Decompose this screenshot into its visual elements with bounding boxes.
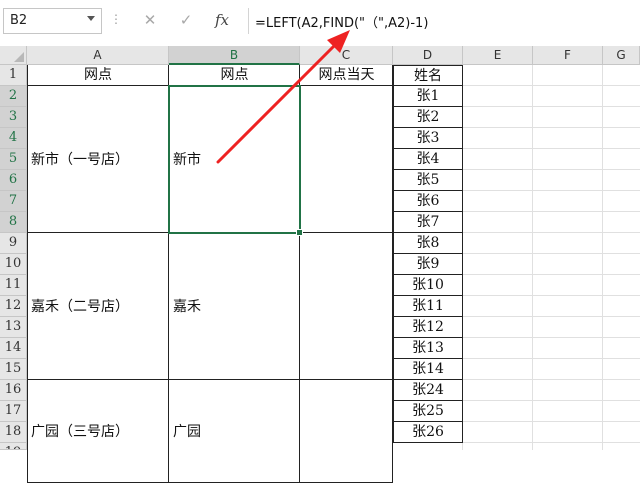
column-header-a[interactable]: A <box>27 46 169 65</box>
row-header-18[interactable]: 18 <box>0 422 27 443</box>
row-header-14[interactable]: 14 <box>0 338 27 359</box>
border-line <box>27 65 28 483</box>
row-header-4[interactable]: 4 <box>0 128 27 149</box>
row-header-11[interactable]: 11 <box>0 275 27 296</box>
cell-d7[interactable]: 张6 <box>393 190 463 212</box>
row-header-1[interactable]: 1 <box>0 65 27 86</box>
row-header-12[interactable]: 12 <box>0 296 27 317</box>
row-header-16[interactable]: 16 <box>0 380 27 401</box>
name-box-value: B2 <box>10 13 28 28</box>
branch-name: 新市 <box>173 152 201 168</box>
cell-b16-merged[interactable]: 广园 <box>169 380 300 483</box>
branch-name: 广园 <box>173 424 201 440</box>
store-name: 嘉禾（二号店） <box>31 299 129 315</box>
row-header-10[interactable]: 10 <box>0 254 27 275</box>
cell-b9-merged[interactable]: 嘉禾 <box>169 233 300 380</box>
name-box[interactable]: B2 <box>3 8 102 34</box>
cell-d14[interactable]: 张13 <box>393 337 463 359</box>
store-name: 广园（三号店） <box>31 424 129 440</box>
cell-d15[interactable]: 张14 <box>393 358 463 380</box>
row-header-5[interactable]: 5 <box>0 149 27 170</box>
column-header-d[interactable]: D <box>393 46 463 65</box>
column-header-b[interactable]: B <box>169 46 300 65</box>
gridline <box>602 65 603 450</box>
cell-d1[interactable]: 姓名 <box>393 65 463 86</box>
cell-d6[interactable]: 张5 <box>393 169 463 191</box>
store-name: 新市（一号店） <box>31 152 129 168</box>
cell-d16[interactable]: 张24 <box>393 379 463 401</box>
cell-d17[interactable]: 张25 <box>393 400 463 422</box>
cell-d11[interactable]: 张10 <box>393 274 463 296</box>
row-header-19[interactable]: 19 <box>0 443 27 450</box>
row-header-3[interactable]: 3 <box>0 107 27 128</box>
cell-d3[interactable]: 张2 <box>393 106 463 128</box>
cell-c16-merged[interactable] <box>300 380 393 483</box>
column-header-f[interactable]: F <box>533 46 603 65</box>
gridline <box>532 65 533 450</box>
row-header-6[interactable]: 6 <box>0 170 27 191</box>
cell-d2[interactable]: 张1 <box>393 85 463 107</box>
cell-d13[interactable]: 张12 <box>393 316 463 338</box>
cell-d18[interactable]: 张26 <box>393 421 463 443</box>
cell-a2-merged[interactable]: 新市（一号店） <box>27 86 169 233</box>
border-line <box>168 65 169 483</box>
cell-d9[interactable]: 张8 <box>393 232 463 254</box>
formula-input[interactable]: =LEFT(A2,FIND("（",A2)-1) <box>248 8 640 34</box>
formula-bar: B2 ⋮ ✕ ✓ fx =LEFT(A2,FIND("（",A2)-1) <box>0 0 640 47</box>
cell-d5[interactable]: 张4 <box>393 148 463 170</box>
border-line <box>299 65 300 483</box>
cell-c2-merged[interactable] <box>300 86 393 233</box>
select-all-corner[interactable] <box>0 46 27 65</box>
fill-handle[interactable] <box>296 229 303 236</box>
cell-b1[interactable]: 网点 <box>169 65 300 86</box>
insert-function-icon[interactable]: fx <box>212 10 232 30</box>
cell-a9-merged[interactable]: 嘉禾（二号店） <box>27 233 169 380</box>
cell-c9-merged[interactable] <box>300 233 393 380</box>
enter-check-icon[interactable]: ✓ <box>176 10 196 30</box>
row-header-2[interactable]: 2 <box>0 86 27 107</box>
row-header-15[interactable]: 15 <box>0 359 27 380</box>
column-header-c[interactable]: C <box>300 46 393 65</box>
cell-d12[interactable]: 张11 <box>393 295 463 317</box>
chevron-down-icon[interactable] <box>87 16 95 21</box>
cell-d10[interactable]: 张9 <box>393 253 463 275</box>
cell-d4[interactable]: 张3 <box>393 127 463 149</box>
row-header-13[interactable]: 13 <box>0 317 27 338</box>
spreadsheet-grid: A B C D E F G 1 2 3 4 5 6 7 8 9 10 11 12… <box>0 46 640 483</box>
cell-a1[interactable]: 网点 <box>27 65 169 86</box>
branch-name: 嘉禾 <box>173 299 201 315</box>
cell-b2-merged[interactable]: 新市 <box>169 86 300 233</box>
row-header-7[interactable]: 7 <box>0 191 27 212</box>
cell-a16-merged[interactable]: 广园（三号店） <box>27 380 169 483</box>
column-header-e[interactable]: E <box>463 46 533 65</box>
cell-c1[interactable]: 网点当天 <box>300 65 393 86</box>
cancel-icon[interactable]: ✕ <box>140 10 160 30</box>
column-header-g[interactable]: G <box>603 46 640 65</box>
row-header-17[interactable]: 17 <box>0 401 27 422</box>
formula-text: =LEFT(A2,FIND("（",A2)-1) <box>255 16 429 31</box>
row-header-8[interactable]: 8 <box>0 212 27 233</box>
row-header-9[interactable]: 9 <box>0 233 27 254</box>
drag-handle-icon[interactable]: ⋮ <box>110 12 122 26</box>
cell-d8[interactable]: 张7 <box>393 211 463 233</box>
